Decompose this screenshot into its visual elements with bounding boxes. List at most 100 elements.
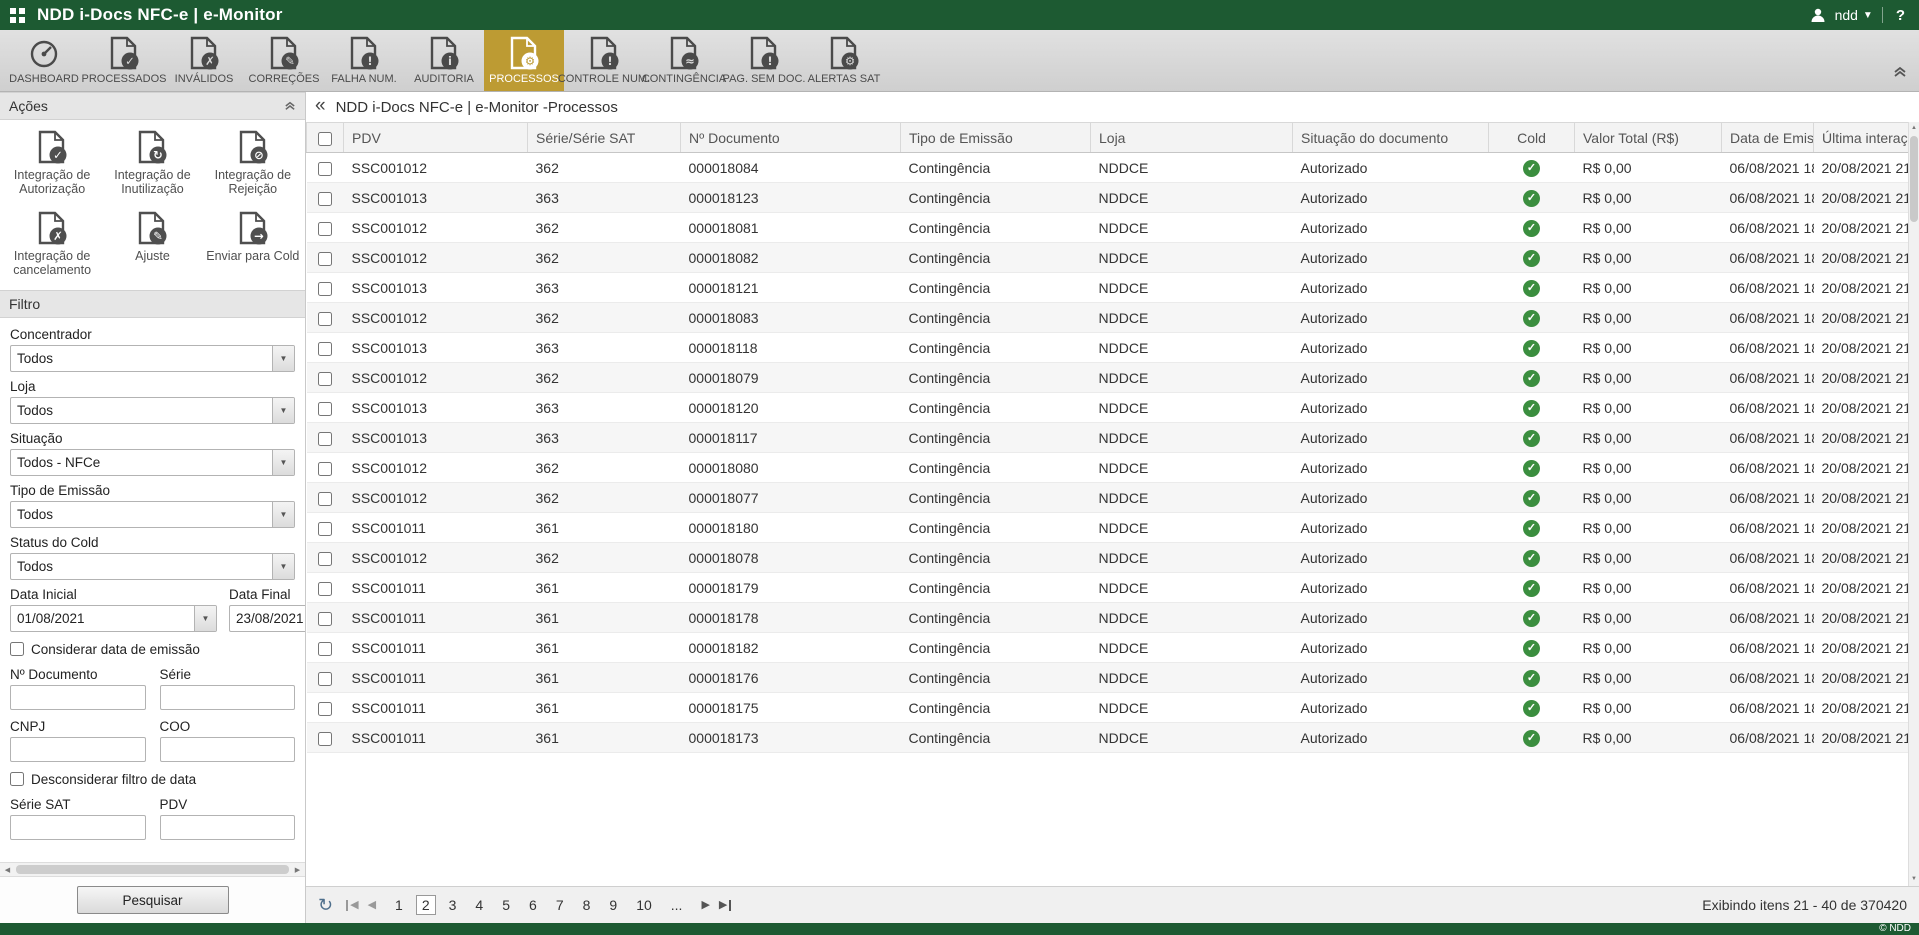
table-row[interactable]: SSC001011361000018180ContingênciaNDDCEAu… <box>307 513 1909 543</box>
page-6-button[interactable]: 6 <box>523 895 543 915</box>
date-final-picker[interactable]: ▼ <box>229 605 305 632</box>
refresh-icon[interactable]: ↻ <box>318 895 333 916</box>
user-menu-button[interactable]: ndd ▼ <box>1835 7 1873 23</box>
date-initial-picker[interactable]: ▼ <box>10 605 217 632</box>
collapse-toolbar-icon[interactable] <box>1893 65 1907 83</box>
scroll-up-icon[interactable]: ▲ <box>1909 122 1919 135</box>
row-checkbox[interactable] <box>318 312 332 326</box>
cnpj-input[interactable] <box>10 737 146 762</box>
tab-controle-num[interactable]: !CONTROLE NUM. <box>564 30 644 91</box>
scroll-right-icon[interactable]: ▶ <box>290 866 305 874</box>
tab-processos[interactable]: ⚙PROCESSOS <box>484 30 564 91</box>
filter-select-status-cold[interactable]: Todos▼ <box>10 553 295 580</box>
row-checkbox[interactable] <box>318 342 332 356</box>
table-row[interactable]: SSC001012362000018078ContingênciaNDDCEAu… <box>307 543 1909 573</box>
app-launcher-icon[interactable] <box>10 8 25 23</box>
row-checkbox[interactable] <box>318 252 332 266</box>
select-all-checkbox[interactable] <box>318 132 332 146</box>
tab-processados[interactable]: ✓PROCESSADOS <box>84 30 164 91</box>
row-checkbox[interactable] <box>318 462 332 476</box>
table-row[interactable]: SSC001012362000018082ContingênciaNDDCEAu… <box>307 243 1909 273</box>
action-integracao-cancelamento[interactable]: ✗Integração de cancelamento <box>3 211 101 278</box>
row-checkbox[interactable] <box>318 522 332 536</box>
action-integracao-rejeicao[interactable]: ⊘Integração de Rejeição <box>204 130 302 197</box>
serie-sat-input[interactable] <box>10 815 146 840</box>
page-9-button[interactable]: 9 <box>603 895 623 915</box>
date-initial-input[interactable] <box>11 611 194 626</box>
n-documento-input[interactable] <box>10 685 146 710</box>
tab-falha-num[interactable]: !FALHA NUM. <box>324 30 404 91</box>
action-enviar-para-cold[interactable]: →Enviar para Cold <box>206 211 299 278</box>
page-4-button[interactable]: 4 <box>469 895 489 915</box>
collapse-sidebar-icon[interactable]: « <box>315 96 326 115</box>
column-header-10[interactable]: Última interação <box>1814 123 1909 153</box>
page-7-button[interactable]: 7 <box>550 895 570 915</box>
filter-select-loja[interactable]: Todos▼ <box>10 397 295 424</box>
next-page-button[interactable]: ▶ <box>701 900 709 911</box>
table-row[interactable]: SSC001011361000018175ContingênciaNDDCEAu… <box>307 693 1909 723</box>
row-checkbox[interactable] <box>318 672 332 686</box>
date-final-input[interactable] <box>230 611 305 626</box>
scroll-down-icon[interactable]: ▼ <box>1909 873 1919 886</box>
column-header-5[interactable]: Loja <box>1091 123 1293 153</box>
table-row[interactable]: SSC001013363000018121ContingênciaNDDCEAu… <box>307 273 1909 303</box>
row-checkbox[interactable] <box>318 432 332 446</box>
table-row[interactable]: SSC001011361000018179ContingênciaNDDCEAu… <box>307 573 1909 603</box>
coo-input[interactable] <box>160 737 296 762</box>
scroll-left-icon[interactable]: ◀ <box>0 866 15 874</box>
last-page-button[interactable]: ▶ <box>719 900 731 911</box>
filter-select-tipo-emissao[interactable]: Todos▼ <box>10 501 295 528</box>
table-row[interactable]: SSC001013363000018117ContingênciaNDDCEAu… <box>307 423 1909 453</box>
column-header-8[interactable]: Valor Total (R$) <box>1575 123 1722 153</box>
serie-input[interactable] <box>160 685 296 710</box>
row-checkbox[interactable] <box>318 222 332 236</box>
table-row[interactable]: SSC001012362000018083ContingênciaNDDCEAu… <box>307 303 1909 333</box>
filter-select-situacao[interactable]: Todos - NFCe▼ <box>10 449 295 476</box>
tab-alertas-sat[interactable]: ⚙ALERTAS SAT <box>804 30 884 91</box>
filter-select-concentrador[interactable]: Todos▼ <box>10 345 295 372</box>
considerar-emissao-checkbox[interactable] <box>10 642 24 656</box>
checkbox-desconsiderar-data[interactable]: Desconsiderar filtro de data <box>10 772 295 787</box>
page-8-button[interactable]: 8 <box>577 895 597 915</box>
table-row[interactable]: SSC001011361000018182ContingênciaNDDCEAu… <box>307 633 1909 663</box>
row-checkbox[interactable] <box>318 372 332 386</box>
table-vertical-scrollbar[interactable]: ▲ ▼ <box>1908 122 1919 886</box>
tab-auditoria[interactable]: iAUDITORIA <box>404 30 484 91</box>
column-header-1[interactable]: PDV <box>344 123 528 153</box>
page-1-button[interactable]: 1 <box>389 895 409 915</box>
row-checkbox[interactable] <box>318 642 332 656</box>
row-checkbox[interactable] <box>318 402 332 416</box>
page-3-button[interactable]: 3 <box>443 895 463 915</box>
row-checkbox[interactable] <box>318 552 332 566</box>
desconsiderar-data-checkbox[interactable] <box>10 772 24 786</box>
column-header-4[interactable]: Tipo de Emissão <box>901 123 1091 153</box>
scrollbar-thumb[interactable] <box>16 865 289 874</box>
table-row[interactable]: SSC001012362000018077ContingênciaNDDCEAu… <box>307 483 1909 513</box>
table-row[interactable]: SSC001011361000018176ContingênciaNDDCEAu… <box>307 663 1909 693</box>
page-2-button[interactable]: 2 <box>416 895 436 915</box>
tab-dashboard[interactable]: DASHBOARD <box>4 30 84 91</box>
row-checkbox[interactable] <box>318 702 332 716</box>
tab-contingencia[interactable]: ≈CONTINGÊNCIA <box>644 30 724 91</box>
sidebar-horizontal-scrollbar[interactable]: ◀ ▶ <box>0 862 305 877</box>
collapse-actions-icon[interactable] <box>284 101 296 111</box>
action-integracao-inutilizacao[interactable]: ↻Integração de Inutilização <box>103 130 201 197</box>
action-integracao-autorizacao[interactable]: ✓Integração de Autorização <box>3 130 101 197</box>
column-header-7[interactable]: Cold <box>1489 123 1575 153</box>
table-row[interactable]: SSC001012362000018080ContingênciaNDDCEAu… <box>307 453 1909 483</box>
table-row[interactable]: SSC001012362000018084ContingênciaNDDCEAu… <box>307 153 1909 183</box>
column-header-6[interactable]: Situação do documento <box>1293 123 1489 153</box>
page-10-button[interactable]: 10 <box>630 895 658 915</box>
row-checkbox[interactable] <box>318 582 332 596</box>
search-button[interactable]: Pesquisar <box>77 886 229 914</box>
checkbox-considerar-emissao[interactable]: Considerar data de emissão <box>10 642 295 657</box>
pdv-input[interactable] <box>160 815 296 840</box>
help-button[interactable]: ? <box>1892 7 1909 24</box>
table-row[interactable]: SSC001013363000018118ContingênciaNDDCEAu… <box>307 333 1909 363</box>
row-checkbox[interactable] <box>318 612 332 626</box>
table-row[interactable]: SSC001011361000018178ContingênciaNDDCEAu… <box>307 603 1909 633</box>
scrollbar-thumb[interactable] <box>1910 136 1918 222</box>
row-checkbox[interactable] <box>318 732 332 746</box>
table-row[interactable]: SSC001012362000018079ContingênciaNDDCEAu… <box>307 363 1909 393</box>
previous-page-button[interactable]: ◀ <box>368 900 376 911</box>
